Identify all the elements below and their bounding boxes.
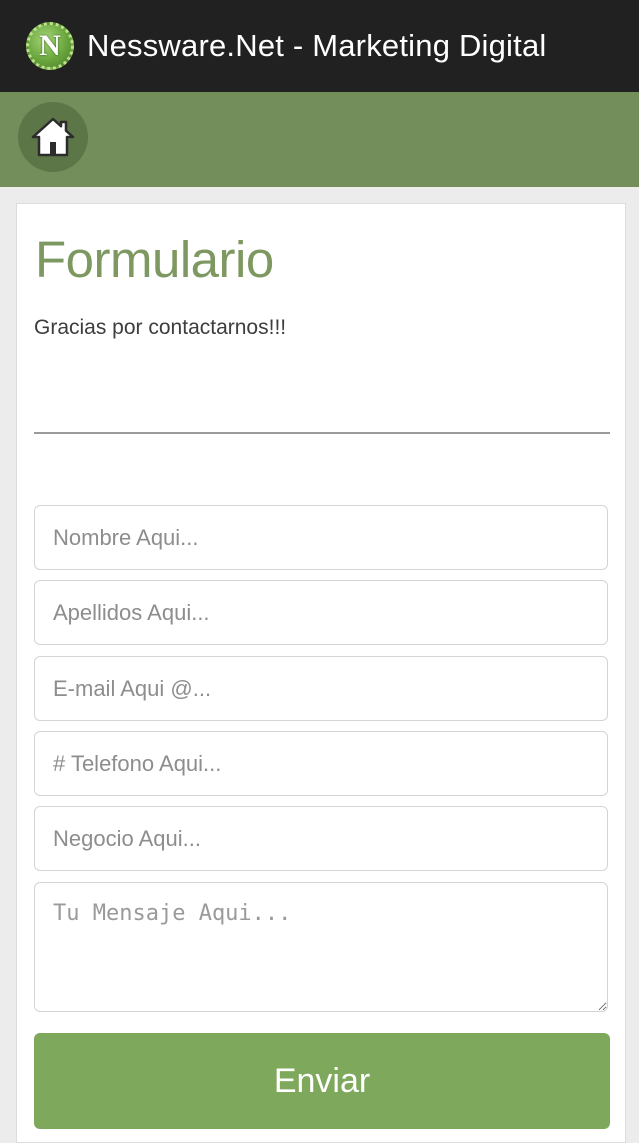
- app-title: Nessware.Net - Marketing Digital: [87, 28, 547, 63]
- apellidos-input[interactable]: [34, 580, 608, 645]
- telefono-input[interactable]: [34, 731, 608, 796]
- title-bar: N Nessware.Net - Marketing Digital: [0, 0, 639, 92]
- divider: [34, 432, 610, 434]
- nombre-input[interactable]: [34, 505, 608, 570]
- enviar-button[interactable]: Enviar: [34, 1033, 610, 1129]
- email-input[interactable]: [34, 656, 608, 721]
- form-subtitle: Gracias por contactarnos!!!: [34, 316, 287, 339]
- contact-form-card: Formulario Gracias por contactarnos!!! E…: [16, 203, 626, 1143]
- home-button[interactable]: [18, 102, 88, 172]
- navbar: [0, 92, 639, 187]
- negocio-input[interactable]: [34, 806, 608, 871]
- form-title: Formulario: [35, 231, 274, 288]
- app-logo: N: [26, 22, 74, 70]
- home-icon: [31, 117, 75, 157]
- app-logo-letter: N: [39, 29, 61, 62]
- mensaje-textarea[interactable]: [34, 882, 608, 1012]
